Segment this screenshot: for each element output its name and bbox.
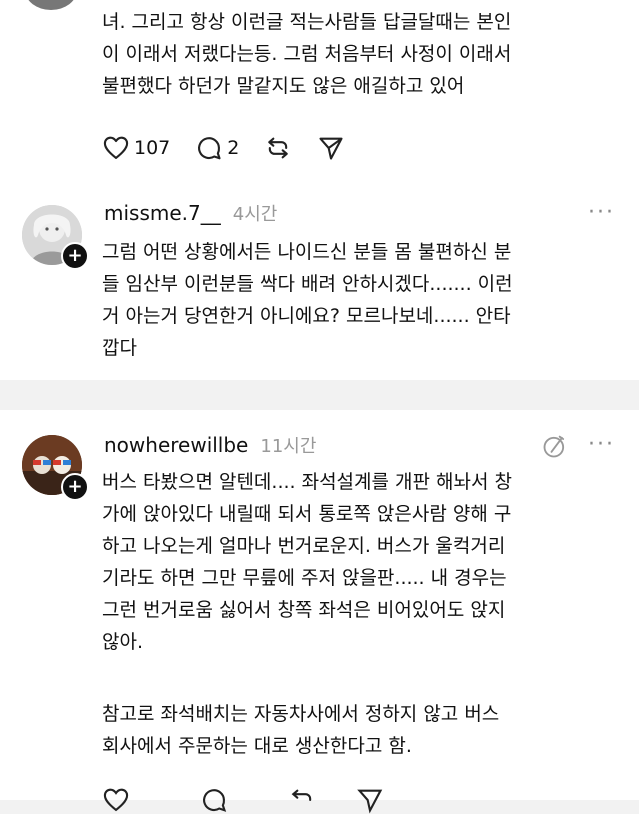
- post-line: 이 이래서 저랬다는등. 그럼 처음부터 사정이 이래서: [102, 43, 512, 65]
- share-button[interactable]: [356, 786, 384, 814]
- username[interactable]: nowherewillbe: [104, 433, 248, 457]
- comment-actions-cut-off: [102, 786, 409, 814]
- more-options-button[interactable]: ···: [588, 432, 615, 457]
- comment-line: 가에 앉아있다 내릴때 되서 통로쪽 앉은사람 양해 구: [102, 503, 512, 525]
- repost-icon: [268, 137, 289, 159]
- reply-button[interactable]: [200, 786, 228, 814]
- comment-icon: [203, 789, 227, 812]
- comment-line: 깝다: [102, 337, 137, 359]
- comment-line: 거 아는거 당연한거 아니에요? 모르나보네...... 안타: [102, 305, 511, 327]
- thread-card-top: 녀. 그리고 항상 이런글 적는사람들 답글달때는 본인 이 이래서 저랬다는등…: [0, 0, 639, 380]
- comment-line: 버스 타봤으면 알텐데.... 좌석설계를 개판 해놔서 창: [102, 471, 512, 493]
- reply-button[interactable]: 2: [195, 134, 239, 162]
- heart-icon: [103, 788, 129, 812]
- timestamp: 11시간: [260, 436, 317, 457]
- comment-line: 않아.: [102, 631, 143, 653]
- post-line: 녀. 그리고 항상 이런글 적는사람들 답글달때는 본인: [102, 11, 512, 33]
- comment-icon: [198, 137, 221, 160]
- comment-line: 참고로 좌석배치는 자동차사에서 정하지 않고 버스: [102, 703, 500, 725]
- reply-count: 2: [227, 137, 240, 159]
- username[interactable]: missme.7__: [104, 201, 221, 225]
- post-actions: 107 2: [102, 134, 370, 162]
- send-icon: [319, 137, 343, 160]
- timestamp: 4시간: [232, 204, 278, 225]
- repost-button[interactable]: [264, 134, 292, 162]
- more-options-button[interactable]: ···: [588, 200, 615, 225]
- plus-icon: +: [67, 245, 83, 266]
- comment-body-text: 버스 타봤으면 알텐데.... 좌석설계를 개판 해놔서 창 가에 앉아있다 내…: [102, 466, 512, 658]
- comment-line: 기라도 하면 그만 무릎에 주저 앉을판..... 내 경우는: [102, 567, 507, 589]
- post-line: 불편했다 하던가 말같지도 않은 애길하고 있어: [102, 75, 465, 97]
- heart-icon: [103, 136, 129, 159]
- like-count: 107: [134, 137, 171, 159]
- comment-line: 그럼 어떤 상황에서든 나이드신 분들 몸 불편하신 분: [102, 241, 512, 263]
- follow-button[interactable]: +: [61, 242, 89, 270]
- comment-line: 그런 번거로움 싫어서 창쪽 좌석은 비어있어도 앉지: [102, 599, 506, 621]
- thread-card-bottom: + nowherewillbe 11시간 ··· 버스 타봤으면 알텐데....…: [0, 410, 639, 814]
- comment-body-text: 그럼 어떤 상황에서든 나이드신 분들 몸 불편하신 분 들 임산부 이런분들 …: [102, 236, 513, 364]
- comment-header: missme.7__ 4시간: [104, 200, 277, 226]
- plus-icon: +: [67, 476, 83, 497]
- share-button[interactable]: [317, 134, 345, 162]
- comment-header: nowherewillbe 11시간: [104, 432, 316, 458]
- repost-icon: [291, 789, 312, 802]
- edited-icon: [543, 435, 565, 458]
- comment-line: 회사에서 주문하는 대로 생산한다고 함.: [102, 735, 412, 757]
- follow-button[interactable]: +: [61, 473, 89, 501]
- comment-line: 들 임산부 이런분들 싹다 배려 안하시겠다....... 이런: [102, 273, 513, 295]
- comment-line: 하고 나오는게 얼마나 번거로운지. 버스가 울컥거리: [102, 535, 506, 557]
- comment-body-text-paragraph-2: 참고로 좌석배치는 자동차사에서 정하지 않고 버스 회사에서 주문하는 대로 …: [102, 698, 499, 762]
- like-button[interactable]: [102, 786, 130, 814]
- send-icon: [357, 789, 383, 814]
- post-body-text: 녀. 그리고 항상 이런글 적는사람들 답글달때는 본인 이 이래서 저랬다는등…: [102, 6, 511, 102]
- repost-button[interactable]: [288, 786, 316, 814]
- like-button[interactable]: 107: [102, 134, 170, 162]
- avatar-cut-off[interactable]: [25, 0, 77, 10]
